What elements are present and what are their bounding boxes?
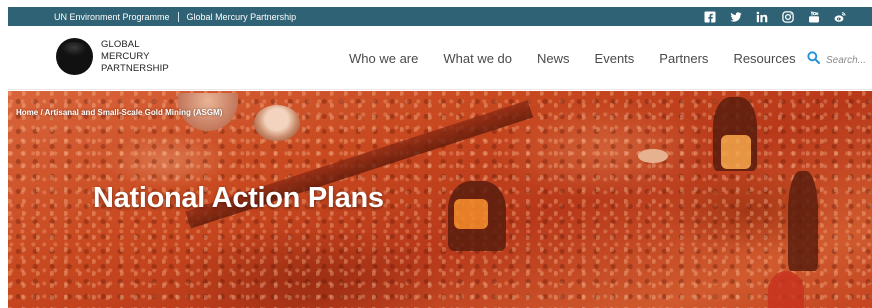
top-utility-bar: UN Environment Programme Global Mercury … <box>8 7 872 26</box>
logo-wordmark: GLOBAL MERCURY PARTNERSHIP <box>101 39 169 75</box>
twitter-icon[interactable] <box>730 11 742 23</box>
hero-worker-figure <box>448 181 506 251</box>
nav-who-we-are[interactable]: Who we are <box>349 51 418 66</box>
logo-line-2: MERCURY <box>101 50 150 62</box>
facebook-icon[interactable] <box>704 11 716 23</box>
instagram-icon[interactable] <box>782 10 794 23</box>
linkedin-icon[interactable] <box>756 11 768 23</box>
nav-partners[interactable]: Partners <box>659 51 708 66</box>
main-nav: Who we are What we do News Events Partne… <box>349 51 796 66</box>
gmp-link[interactable]: Global Mercury Partnership <box>187 12 297 22</box>
unep-link[interactable]: UN Environment Programme <box>8 12 170 22</box>
nav-what-we-do[interactable]: What we do <box>443 51 512 66</box>
globe-logo-icon <box>56 38 93 75</box>
breadcrumb-home[interactable]: Home <box>16 108 38 117</box>
youtube-icon[interactable] <box>808 10 820 23</box>
breadcrumb-asgm[interactable]: Artisanal and Small-Scale Gold Mining (A… <box>45 108 223 117</box>
hero-pan-shape <box>638 149 668 163</box>
weibo-icon[interactable] <box>834 11 846 23</box>
page-title: National Action Plans <box>93 182 384 214</box>
breadcrumb: Home / Artisanal and Small-Scale Gold Mi… <box>16 108 222 117</box>
hero-worker-figure <box>768 271 804 308</box>
site-header: GLOBAL MERCURY PARTNERSHIP Who we are Wh… <box>8 26 872 90</box>
nav-resources[interactable]: Resources <box>733 51 795 66</box>
social-links <box>704 7 846 26</box>
search-icon[interactable] <box>807 51 820 69</box>
topbar-divider <box>177 11 179 22</box>
nav-news[interactable]: News <box>537 51 570 66</box>
hero-worker-figure <box>788 171 818 271</box>
search-input[interactable] <box>826 54 872 66</box>
site-logo[interactable]: GLOBAL MERCURY PARTNERSHIP <box>56 38 169 75</box>
hero-banner: Home / Artisanal and Small-Scale Gold Mi… <box>8 91 872 308</box>
hero-basin-shape <box>254 105 300 141</box>
logo-line-3: PARTNERSHIP <box>101 62 169 74</box>
hero-worker-figure <box>713 97 757 171</box>
search-box <box>807 51 872 69</box>
nav-events[interactable]: Events <box>595 51 635 66</box>
logo-line-1: GLOBAL <box>101 38 140 50</box>
